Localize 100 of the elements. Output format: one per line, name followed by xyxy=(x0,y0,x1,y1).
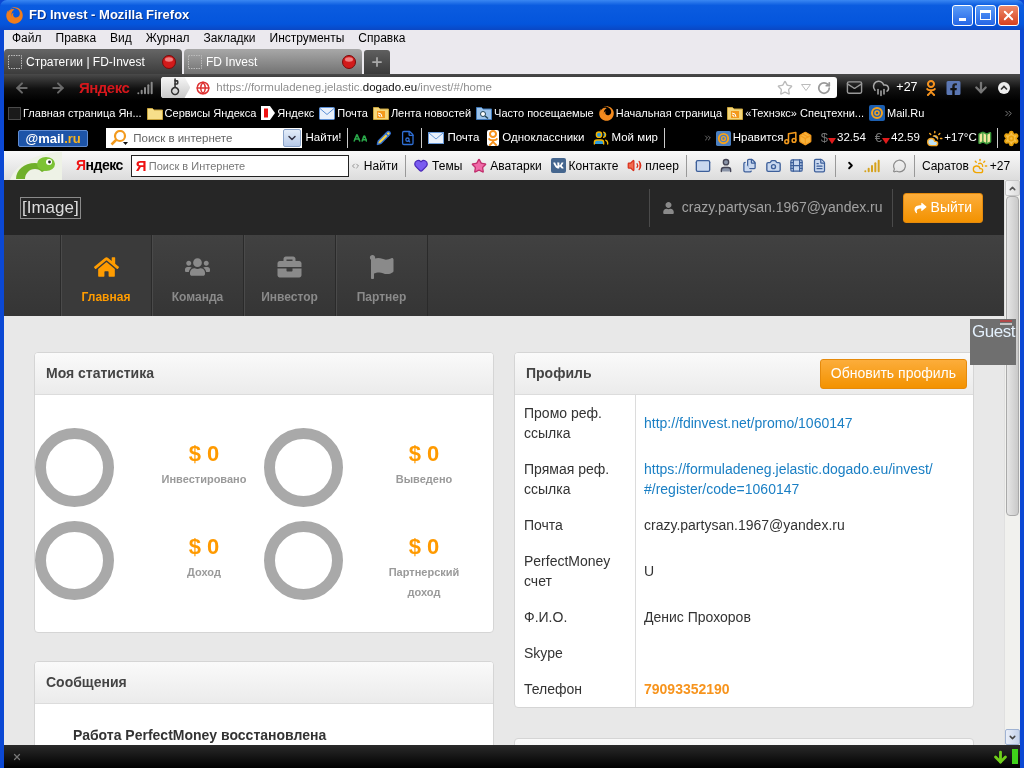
bookmark-item[interactable]: Главная страница Ян... xyxy=(8,104,142,122)
star-icon xyxy=(471,157,488,174)
music-note-icon[interactable] xyxy=(783,130,799,146)
bookmark-item[interactable]: Начальная страница xyxy=(598,104,723,122)
ring-icon xyxy=(35,521,114,600)
settings-icon[interactable] xyxy=(1003,129,1020,147)
close-icon[interactable] xyxy=(12,751,22,762)
at-sign-icon xyxy=(715,130,731,146)
toolbar-link[interactable]: Аватарки xyxy=(471,156,542,175)
speech-bubble-icon[interactable] xyxy=(891,158,907,173)
menu-item[interactable]: Инструменты xyxy=(269,31,345,45)
minimize-icon xyxy=(959,17,966,21)
menu-item[interactable]: Вид xyxy=(110,31,132,45)
documents-icon[interactable] xyxy=(741,157,757,174)
stat-label: Инвестировано xyxy=(160,472,248,487)
browser-tab[interactable]: Стратегии | FD-Invest xyxy=(4,49,182,74)
reload-icon[interactable] xyxy=(817,80,832,95)
map-icon[interactable] xyxy=(976,130,993,146)
bookmark-item[interactable]: Лента новостей xyxy=(372,104,472,122)
user-icon xyxy=(662,201,674,214)
search-field[interactable]: Поиск в интернете xyxy=(106,128,302,148)
site-identity-button[interactable] xyxy=(161,77,191,98)
field-label: Телефон xyxy=(524,680,584,699)
film-icon[interactable] xyxy=(788,157,804,174)
stat-label: Партнерский доход xyxy=(387,565,461,600)
menu-item[interactable]: Файл xyxy=(12,31,42,45)
bookmark-item[interactable]: Яндекс xyxy=(261,104,315,122)
panel-title: Профиль xyxy=(526,364,592,383)
toolbar-link[interactable]: Контакте xyxy=(550,156,619,175)
level-bar-icon xyxy=(1012,749,1018,764)
scroll-up-button[interactable] xyxy=(1005,180,1020,196)
field-label: Прямая реф. ссылка xyxy=(524,460,611,499)
search-button[interactable]: Найти xyxy=(363,156,399,175)
ring-icon xyxy=(35,428,114,507)
menu-item[interactable]: Журнал xyxy=(145,31,190,45)
box-icon[interactable] xyxy=(798,130,813,146)
download-arrow-icon[interactable] xyxy=(972,79,989,96)
weather-temperature: +27 xyxy=(989,157,1011,175)
heart-icon xyxy=(413,158,430,173)
magnifier-icon xyxy=(110,130,131,146)
person-logo-icon xyxy=(487,130,500,146)
page-search-icon[interactable] xyxy=(399,130,416,146)
bookmark-item[interactable]: Почта xyxy=(319,104,368,122)
bookmark-item[interactable]: Сервисы Яндекса xyxy=(146,104,257,122)
nav-tab[interactable]: Главная xyxy=(60,235,152,316)
toolbar-link[interactable]: Темы xyxy=(413,156,463,175)
people-icon xyxy=(592,130,609,146)
blank-page-icon xyxy=(188,54,202,69)
broken-image-text: [Image] xyxy=(20,196,81,219)
stat-value: $ 0 xyxy=(408,442,440,466)
bookmark-item[interactable]: «Технэкс» Спецтехни... xyxy=(727,104,865,122)
url-text[interactable]: https://formuladeneg.jelastic.dogado.eu/invest/#/home xyxy=(216,78,492,97)
pencil-icon[interactable] xyxy=(376,130,392,146)
toolbar-link[interactable]: плеер xyxy=(627,156,679,175)
envelope-icon[interactable] xyxy=(693,157,712,174)
toolbar-link[interactable]: Одноклассники xyxy=(487,129,585,147)
bookmark-star-icon[interactable] xyxy=(777,79,794,96)
field-label: Ф.И.О. xyxy=(524,608,569,627)
envelope-icon xyxy=(428,132,445,144)
close-button[interactable] xyxy=(998,4,1019,26)
search-button[interactable]: Найти! xyxy=(305,129,342,147)
toolbar-logo[interactable]: Яндекс xyxy=(79,80,130,95)
window-title: FD Invest - Mozilla Firefox xyxy=(29,6,190,25)
referral-link[interactable]: https://formuladeneg.jelastic.dogado.eu/invest/#/register/code=1060147 xyxy=(644,459,933,499)
bookmark-item[interactable]: Часто посещаемые xyxy=(476,104,594,122)
maximize-button[interactable] xyxy=(975,4,996,26)
referral-link[interactable]: http://fdinvest.net/promo/1060147 xyxy=(644,413,853,433)
bookmark-item[interactable]: Mail.Ru xyxy=(869,104,925,122)
stat-value: $ 0 xyxy=(188,442,220,466)
toolbar-logo[interactable]: @mail.ru xyxy=(18,129,89,147)
forward-arrow-icon[interactable] xyxy=(50,79,66,96)
briefcase-icon xyxy=(277,255,302,279)
new-tab-button[interactable] xyxy=(364,50,390,74)
document-icon[interactable] xyxy=(811,157,827,174)
social-tile-icon[interactable] xyxy=(945,79,961,96)
toolbar-link[interactable]: Почта xyxy=(428,129,480,147)
minimize-button[interactable] xyxy=(952,4,973,26)
close-tab-icon[interactable] xyxy=(342,54,356,69)
city-name[interactable]: Саратов xyxy=(921,156,969,175)
camera-icon[interactable] xyxy=(764,157,782,174)
speaker-icon xyxy=(627,158,643,173)
close-tab-icon[interactable] xyxy=(162,54,176,69)
ring-icon xyxy=(264,521,343,600)
like-button[interactable]: Нравится xyxy=(715,129,784,147)
address-bar[interactable]: https://formuladeneg.jelastic.dogado.eu/invest/#/home xyxy=(161,77,838,98)
collapse-circle-icon[interactable] xyxy=(997,81,1010,94)
at-sign-icon xyxy=(869,105,886,121)
envelope-icon[interactable] xyxy=(845,79,865,96)
menu-item[interactable]: Справка xyxy=(358,31,406,45)
weather-sun-cloud-icon[interactable] xyxy=(925,129,944,147)
toolbar-logo[interactable]: Яндекс xyxy=(76,155,123,176)
scroll-down-button[interactable] xyxy=(1005,729,1020,745)
menu-item[interactable]: Правка xyxy=(55,31,97,45)
flag-icon xyxy=(369,255,394,279)
tile-icon xyxy=(261,106,276,120)
person-logo-icon[interactable] xyxy=(923,79,938,96)
menu-item[interactable]: Закладки xyxy=(203,31,256,45)
toolbar-link[interactable]: Мой мир xyxy=(592,129,658,147)
browser-logo-icon xyxy=(598,105,614,121)
ring-icon xyxy=(264,428,343,507)
